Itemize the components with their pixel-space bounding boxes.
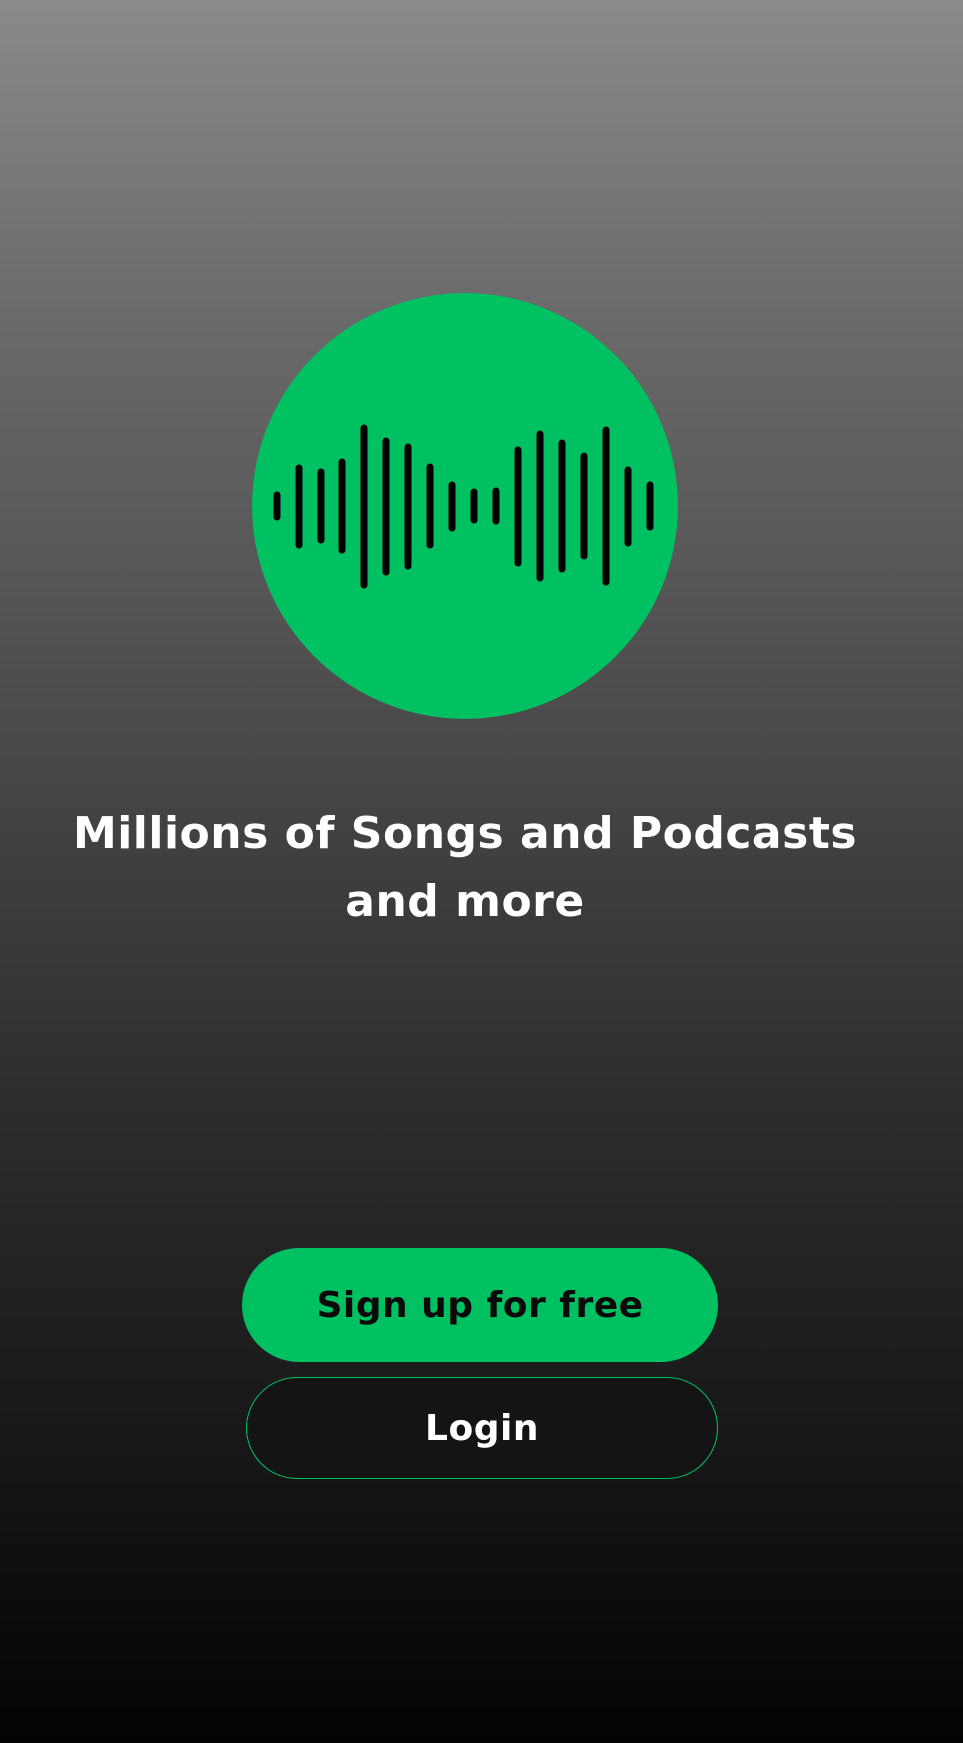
headline: Millions of Songs and Podcasts and more bbox=[40, 800, 890, 936]
logo-circle bbox=[252, 293, 678, 719]
login-button[interactable]: Login bbox=[246, 1377, 718, 1479]
soundwave-icon bbox=[252, 293, 678, 719]
app-logo bbox=[252, 293, 678, 719]
headline-line-2: and more bbox=[345, 876, 585, 927]
welcome-screen: Millions of Songs and Podcasts and more … bbox=[0, 0, 963, 1743]
signup-button-label: Sign up for free bbox=[316, 1284, 644, 1326]
signup-button[interactable]: Sign up for free bbox=[242, 1248, 718, 1362]
headline-line-1: Millions of Songs and Podcasts bbox=[72, 808, 858, 859]
login-button-label: Login bbox=[425, 1407, 539, 1449]
